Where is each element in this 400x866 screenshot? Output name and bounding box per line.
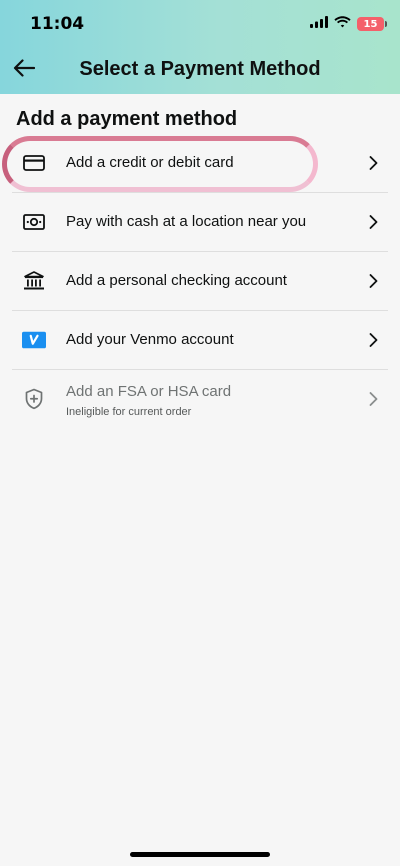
bank-icon (22, 269, 46, 293)
page-title: Select a Payment Method (79, 58, 321, 80)
item-label: Add your Venmo account (66, 331, 234, 348)
status-icons: 15 (310, 15, 387, 33)
section-title: Add a payment method (16, 108, 238, 130)
cellular-signal-icon (310, 15, 328, 33)
add-credit-card-item[interactable]: Add a credit or debit card (12, 134, 388, 193)
add-fsa-hsa-card-item[interactable]: Add an FSA or HSA card Ineligible for cu… (12, 370, 388, 436)
shield-plus-icon (22, 387, 46, 411)
venmo-icon (22, 328, 46, 352)
status-bar: 11:04 15 (0, 0, 400, 46)
status-time: 11:04 (30, 14, 85, 34)
payment-method-list: Add a credit or debit card Pay with cash… (0, 134, 400, 436)
add-checking-account-item[interactable]: Add a personal checking account (12, 252, 388, 311)
header: 11:04 15 Select a Payment Method (0, 0, 400, 94)
nav-bar: Select a Payment Method (0, 46, 400, 94)
pay-with-cash-item[interactable]: Pay with cash at a location near you (12, 193, 388, 252)
cash-icon (22, 210, 46, 234)
item-label: Add a personal checking account (66, 272, 287, 289)
battery-charging-icon: 15 (357, 17, 387, 31)
chevron-right-icon (366, 212, 380, 232)
chevron-right-icon (366, 389, 380, 409)
add-venmo-item[interactable]: Add your Venmo account (12, 311, 388, 370)
chevron-right-icon (366, 271, 380, 291)
credit-card-icon (22, 151, 46, 175)
chevron-right-icon (366, 330, 380, 350)
home-indicator (130, 852, 270, 857)
item-sublabel: Ineligible for current order (66, 406, 192, 418)
wifi-icon (334, 15, 351, 33)
battery-level: 15 (363, 18, 378, 30)
item-label: Add a credit or debit card (66, 154, 234, 171)
chevron-right-icon (366, 153, 380, 173)
item-label: Add an FSA or HSA card (66, 383, 232, 400)
item-label: Pay with cash at a location near you (66, 213, 307, 230)
